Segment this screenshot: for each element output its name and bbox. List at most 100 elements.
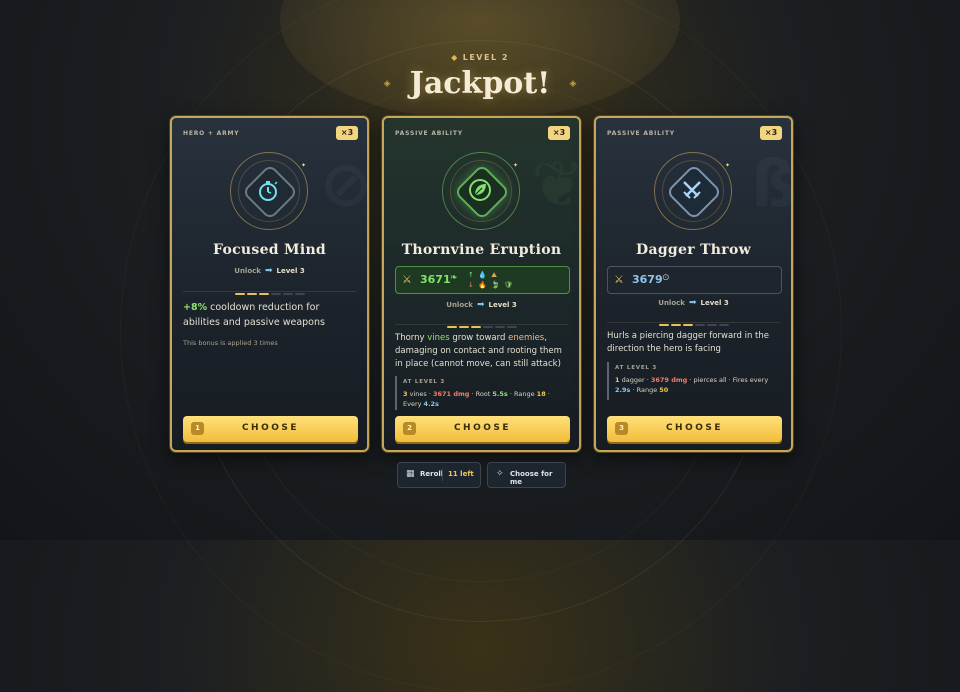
stat-text: · Range [630, 386, 660, 394]
at-level-details: 1 dagger · 3679 dmg · pierces all · Fire… [615, 375, 777, 395]
leaf-icon: ❧ [450, 273, 458, 283]
unlock-row: Unlock ➡ Level 3 [596, 298, 791, 308]
upgrade-card-thornvine-eruption[interactable]: ❦ PASSIVE ABILITY ×3 ✦ Thornvine Eruptio… [382, 116, 585, 452]
stat-text: dagger · [619, 376, 651, 384]
choose-label: CHOOSE [665, 423, 724, 433]
progress-pip [506, 326, 517, 328]
progress-pip [270, 293, 281, 295]
stat-range: 50 [659, 386, 669, 394]
title-row: ◈ Jackpot! ◈ [0, 66, 960, 101]
ability-emblem: ✦ [442, 152, 520, 230]
choose-for-me-button[interactable]: ✧ Choose for me [487, 462, 566, 488]
card-description: +8% cooldown reduction for abilities and… [183, 300, 358, 330]
divider [183, 291, 356, 292]
level-label: LEVEL 2 [462, 53, 509, 62]
progress-pip [234, 293, 245, 295]
upgrade-card-dagger-throw[interactable]: ß PASSIVE ABILITY ×3 ✦ Dagger Throw ⚔ 36… [594, 116, 797, 452]
progress-pip [258, 293, 269, 295]
unlock-row: Unlock ➡ Level 3 [172, 266, 367, 276]
at-level-stats: AT LEVEL 3 1 dagger · 3679 dmg · pierces… [607, 362, 777, 400]
fire-icon: 🔥 [478, 281, 488, 289]
choose-button[interactable]: 1 CHOOSE [183, 416, 358, 442]
progress-pip [282, 293, 293, 295]
magic-wand-icon: ✧ [496, 469, 504, 479]
buff-icon: ↑ [468, 271, 475, 279]
debuff-icon: ↓ [468, 281, 475, 289]
sparkle-icon: ✦ [512, 162, 518, 169]
ability-emblem: ✦ [654, 152, 732, 230]
progress-pip [670, 324, 681, 326]
reroll-label: Reroll [420, 470, 444, 478]
title-ornament-right-icon: ◈ [569, 78, 577, 89]
multiplier-badge: ×3 [336, 126, 358, 140]
upgrade-card-focused-mind[interactable]: ⊘ HERO + ARMY ×3 ✦ Focused Mind Unlock ➡ L… [170, 116, 373, 452]
stat-damage: 3671 dmg [432, 390, 470, 398]
divider [395, 324, 568, 325]
card-description: Hurls a piercing dagger forward in the d… [607, 331, 770, 354]
sparkle-icon: ✦ [300, 162, 306, 169]
stat-text: · pierces all · Fires every [687, 376, 769, 384]
arrow-right-icon: ➡ [476, 300, 485, 310]
at-level-details: 3 vines · 3671 dmg · Root 5.5s · Range 1… [403, 389, 565, 409]
crossed-daggers-icon [683, 181, 701, 199]
level-progress [596, 311, 791, 330]
damage-value: 3671 [420, 273, 451, 286]
card-tag: PASSIVE ABILITY [395, 130, 463, 137]
bonus-value: +8% [183, 302, 208, 313]
choose-label: CHOOSE [453, 423, 512, 433]
earth-icon: ⛰ [491, 271, 498, 279]
description-text: Thorny [395, 333, 428, 343]
crossed-swords-icon: ⚔ [402, 273, 412, 286]
multiplier-badge: ×3 [548, 126, 570, 140]
leaf-icon [469, 179, 491, 201]
damage-value: 3679 [632, 273, 663, 286]
at-level-heading: AT LEVEL 3 [615, 365, 658, 371]
progress-pip [458, 326, 469, 328]
sparkle-icon: ✦ [724, 162, 730, 169]
reroll-button[interactable]: ▦ Reroll 11 left [397, 462, 481, 488]
progress-pip [658, 324, 669, 326]
stat-interval: 4.2s [423, 400, 439, 408]
unlock-level: Level 3 [276, 267, 305, 275]
unlock-label: Unlock [658, 299, 685, 307]
progress-pip [294, 293, 305, 295]
background-emblem-icon: ❦ [531, 148, 585, 222]
description-text: grow toward [449, 333, 509, 343]
level-progress [384, 313, 579, 332]
choose-label: CHOOSE [241, 423, 300, 433]
unlock-level: Level 3 [488, 301, 517, 309]
progress-pip [246, 293, 257, 295]
unlock-level: Level 3 [700, 299, 729, 307]
unlock-label: Unlock [234, 267, 261, 275]
card-title: Thornvine Eruption [401, 242, 562, 258]
progress-pip [446, 326, 457, 328]
divider [607, 322, 780, 323]
progress-pip [718, 324, 729, 326]
nature-icon: 🍃 [491, 281, 501, 289]
dice-icon: ▦ [406, 469, 415, 479]
level-progress [172, 280, 367, 299]
unlock-row: Unlock ➡ Level 3 [384, 300, 579, 310]
arrow-right-icon: ➡ [688, 298, 697, 308]
stat-damage: 3679 dmg [650, 376, 688, 384]
shield-icon: 🛡 [504, 281, 514, 289]
background-emblem-icon: ⊘ [319, 148, 373, 222]
diamond-icon: ◆ [451, 53, 459, 62]
choose-button[interactable]: 3 CHOOSE [607, 416, 782, 442]
stat-text: · Range [507, 390, 537, 398]
element-icons: ↑ 💧 ⛰ ↓ 🔥 🍃 🛡 [468, 270, 514, 290]
progress-pip [470, 326, 481, 328]
stat-text: · Root [469, 390, 493, 398]
reroll-count: 11 left [448, 470, 474, 478]
card-tag: HERO + ARMY [183, 130, 240, 137]
card-title: Focused Mind [212, 242, 327, 258]
page-title: Jackpot! [409, 66, 551, 101]
progress-pip [494, 326, 505, 328]
choose-button[interactable]: 2 CHOOSE [395, 416, 570, 442]
unlock-label: Unlock [446, 301, 473, 309]
stat-text: vines · [407, 390, 433, 398]
progress-pip [482, 326, 493, 328]
ability-emblem: ✦ [230, 152, 308, 230]
crossed-swords-icon: ⚔ [614, 273, 624, 286]
at-level-heading: AT LEVEL 3 [403, 379, 446, 385]
